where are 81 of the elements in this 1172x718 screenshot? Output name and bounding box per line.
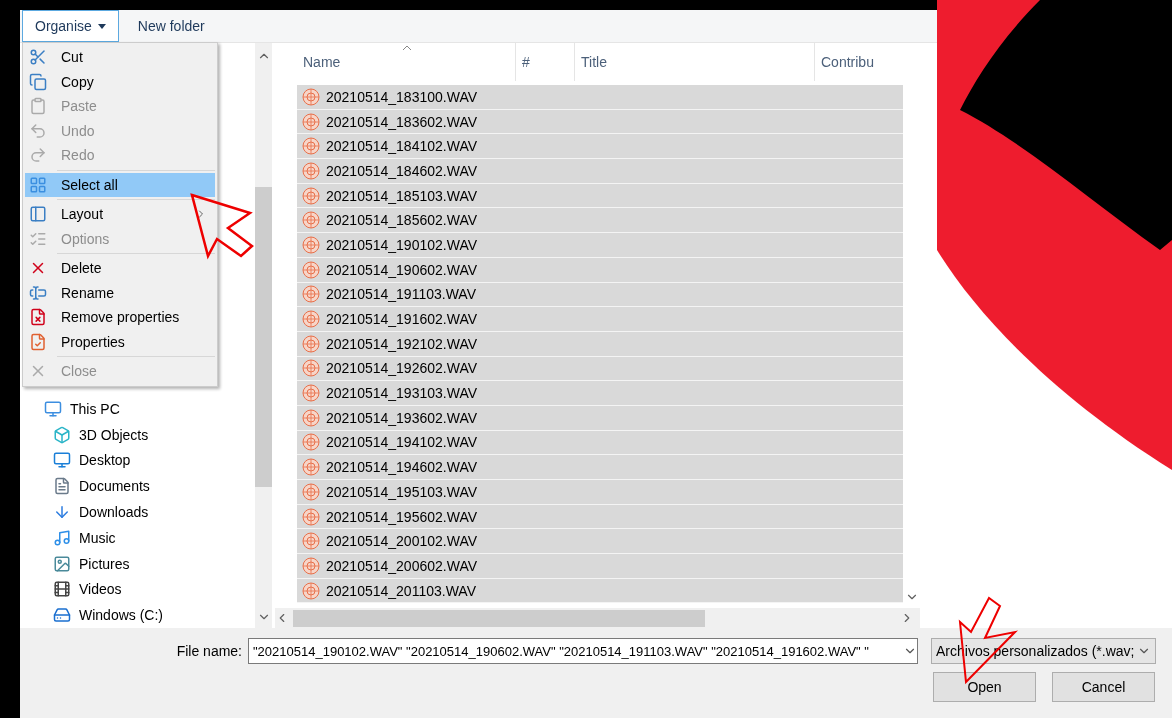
- dialog-button[interactable]: Open: [933, 672, 1036, 702]
- menu-icon: [29, 308, 47, 327]
- audio-file-icon: [302, 334, 320, 353]
- file-row[interactable]: 20210514_184102.WAV: [297, 134, 903, 160]
- audio-file-icon: [302, 482, 320, 501]
- column-header[interactable]: #: [516, 43, 575, 81]
- file-row[interactable]: 20210514_190602.WAV: [297, 257, 903, 283]
- file-row[interactable]: 20210514_193602.WAV: [297, 405, 903, 431]
- audio-file-icon: [302, 507, 320, 526]
- audio-file-icon: [302, 433, 320, 452]
- audio-file-icon: [302, 556, 320, 575]
- menu-icon: [29, 72, 47, 91]
- column-header[interactable]: Name: [297, 43, 516, 81]
- audio-file-icon: [302, 384, 320, 403]
- audio-file-icon: [302, 458, 320, 477]
- nav-item[interactable]: Music: [20, 524, 255, 551]
- file-row[interactable]: 20210514_184602.WAV: [297, 159, 903, 184]
- audio-file-icon: [302, 211, 320, 230]
- audio-file-icon: [302, 112, 320, 131]
- menu-item[interactable]: Properties: [25, 329, 215, 354]
- menu-item[interactable]: Copy: [25, 69, 215, 94]
- menu-item[interactable]: Select all: [25, 172, 215, 197]
- audio-file-icon: [302, 359, 320, 378]
- horizontal-scrollbar[interactable]: [275, 608, 920, 628]
- nav-item[interactable]: Videos: [20, 576, 255, 603]
- file-row[interactable]: 20210514_195103.WAV: [297, 480, 903, 505]
- menu-icon: [29, 121, 47, 140]
- menu-item[interactable]: Remove properties: [25, 305, 215, 330]
- file-row[interactable]: 20210514_191103.WAV: [297, 282, 903, 308]
- menu-item[interactable]: Cut: [25, 45, 215, 70]
- audio-file-icon: [302, 310, 320, 329]
- audio-file-icon: [302, 581, 320, 600]
- menu-icon: [29, 283, 47, 302]
- file-row[interactable]: 20210514_191602.WAV: [297, 307, 903, 332]
- file-name-field[interactable]: "20210514_190102.WAV" "20210514_190602.WAV" "20210514_191103.WAV" "20210514_191602.WAV" ": [248, 638, 918, 664]
- column-header[interactable]: Title: [575, 43, 815, 81]
- file-row[interactable]: 20210514_192102.WAV: [297, 331, 903, 357]
- menu-icon: [29, 48, 47, 67]
- audio-file-icon: [302, 408, 320, 427]
- menu-icon: [29, 97, 47, 116]
- nav-item[interactable]: Pictures: [20, 550, 255, 577]
- dialog-button[interactable]: Cancel: [1052, 672, 1155, 702]
- audio-file-icon: [302, 137, 320, 156]
- file-name-label: File name:: [176, 643, 242, 659]
- file-row[interactable]: 20210514_192602.WAV: [297, 356, 903, 382]
- file-row[interactable]: 20210514_190102.WAV: [297, 233, 903, 258]
- nav-item[interactable]: Windows (C:): [20, 602, 255, 628]
- pointer-arrow-drawing: [190, 193, 254, 260]
- nav-item[interactable]: Documents: [20, 473, 255, 500]
- audio-file-icon: [302, 260, 320, 279]
- file-row[interactable]: 20210514_195602.WAV: [297, 504, 903, 530]
- file-row[interactable]: 20210514_194102.WAV: [297, 430, 903, 456]
- audio-file-icon: [302, 532, 320, 551]
- file-row[interactable]: 20210514_193103.WAV: [297, 381, 903, 406]
- menu-item[interactable]: Rename: [25, 280, 215, 305]
- toolbar-button[interactable]: New folder: [124, 10, 218, 42]
- file-row[interactable]: 20210514_201103.WAV: [297, 578, 903, 604]
- menu-icon: [29, 146, 47, 165]
- menu-icon: [29, 205, 47, 224]
- menu-icon: [29, 175, 47, 194]
- file-row[interactable]: 20210514_185103.WAV: [297, 183, 903, 209]
- file-row[interactable]: 20210514_200102.WAV: [297, 529, 903, 555]
- audio-file-icon: [302, 186, 320, 205]
- menu-icon: [29, 332, 47, 351]
- menu-item[interactable]: Delete: [25, 256, 215, 281]
- menu-item[interactable]: Layout: [25, 202, 215, 227]
- audio-file-icon: [302, 235, 320, 254]
- audio-file-icon: [302, 285, 320, 304]
- toolbar-button[interactable]: Organise: [22, 10, 119, 42]
- file-row[interactable]: 20210514_200602.WAV: [297, 554, 903, 579]
- audio-file-icon: [302, 87, 320, 106]
- file-row[interactable]: 20210514_183100.WAV: [297, 85, 903, 110]
- file-row[interactable]: 20210514_194602.WAV: [297, 455, 903, 480]
- nav-item[interactable]: Desktop: [20, 447, 255, 474]
- file-row[interactable]: 20210514_183602.WAV: [297, 109, 903, 135]
- scrollbar[interactable]: [255, 43, 272, 628]
- file-row[interactable]: 20210514_185602.WAV: [297, 208, 903, 234]
- nav-item[interactable]: Downloads: [20, 499, 255, 525]
- audio-file-icon: [302, 161, 320, 180]
- nav-item[interactable]: 3D Objects: [20, 421, 255, 448]
- nav-item[interactable]: This PC: [20, 396, 255, 422]
